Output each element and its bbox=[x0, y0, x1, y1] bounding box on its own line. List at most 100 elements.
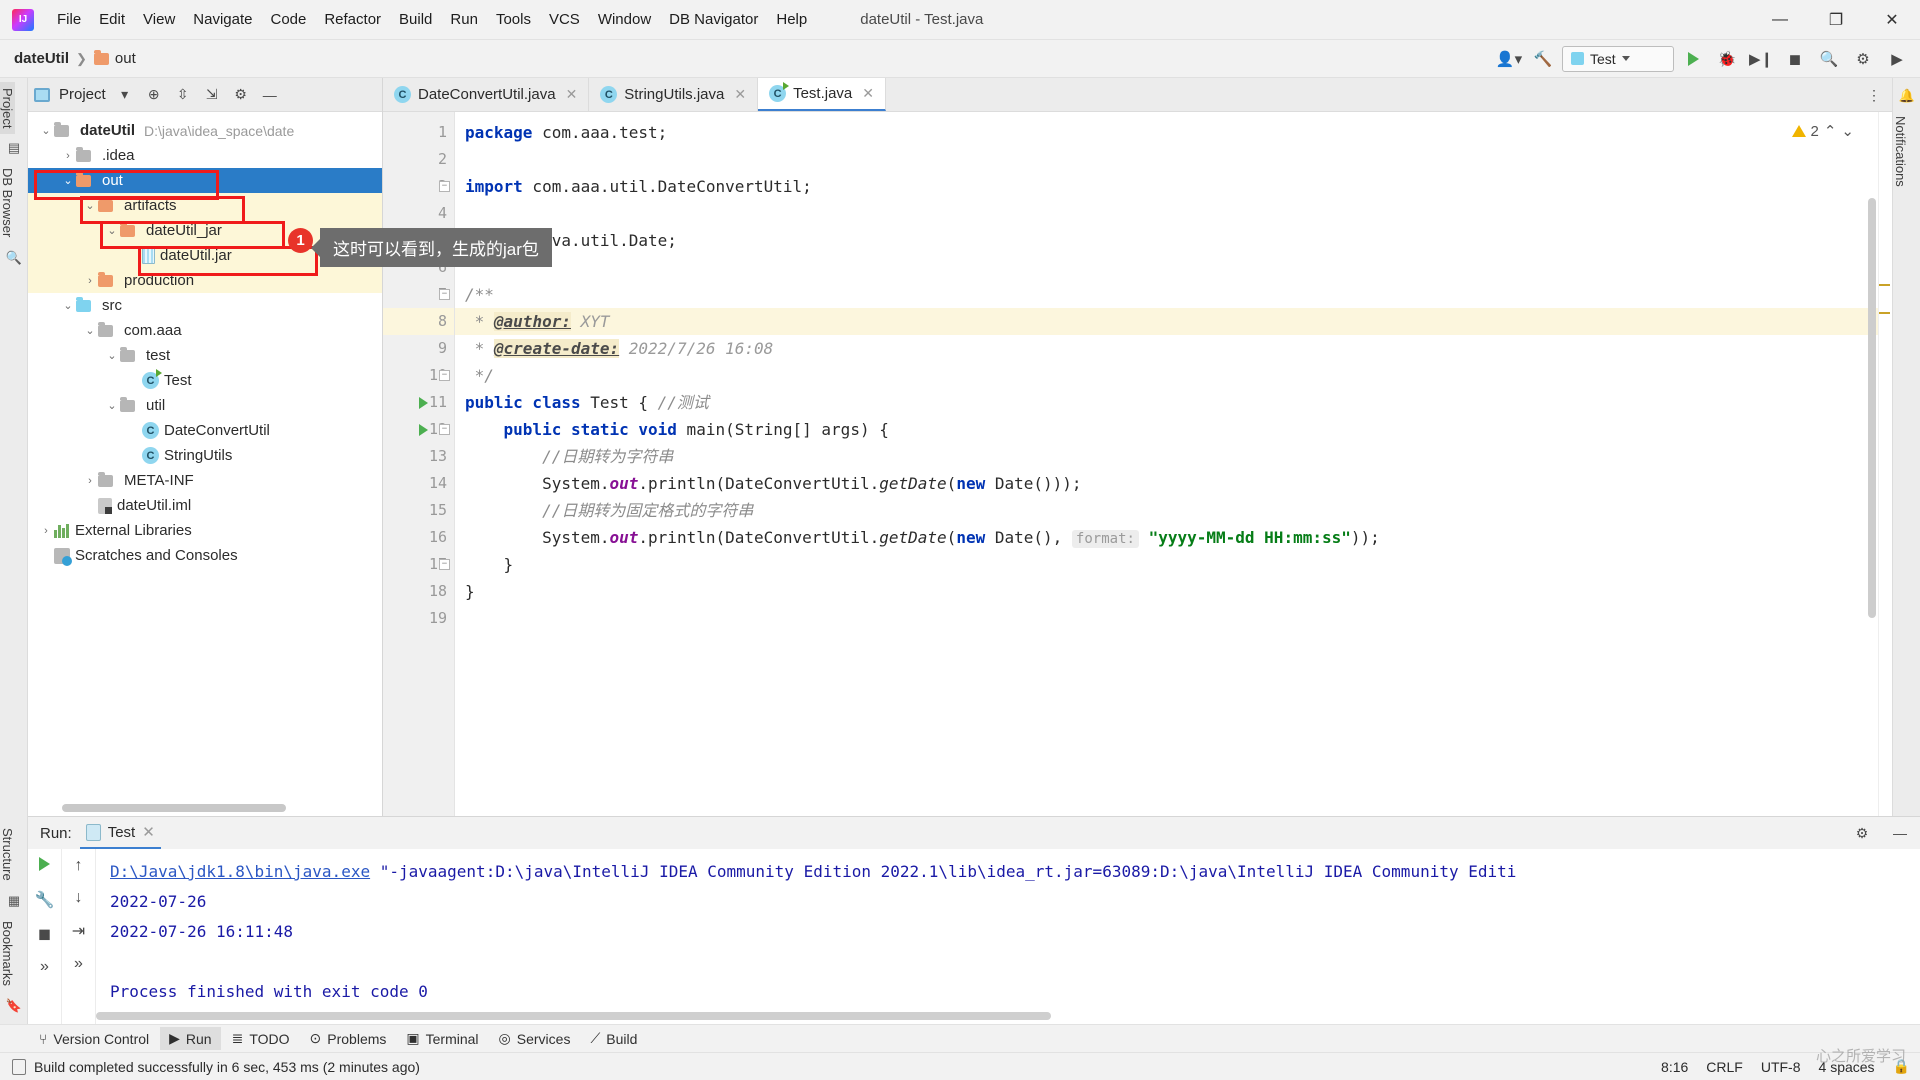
menu-edit[interactable]: Edit bbox=[90, 7, 134, 32]
menu-tools[interactable]: Tools bbox=[487, 7, 540, 32]
gutter-line-11[interactable]: 11 bbox=[383, 389, 454, 416]
editor-gutter[interactable]: 123−45−67−8910−1112−1314151617−1819 bbox=[383, 112, 455, 816]
close-icon[interactable]: ✕ bbox=[862, 85, 874, 102]
chevron-down-icon[interactable]: ⌄ bbox=[38, 124, 54, 137]
chevron-right-icon[interactable]: › bbox=[60, 150, 76, 162]
debug-icon[interactable]: 🐞 bbox=[1712, 45, 1742, 73]
gutter-line-3[interactable]: 3− bbox=[383, 173, 454, 200]
structure-icon[interactable]: ▦ bbox=[0, 887, 28, 915]
tool-window-button-db-browser[interactable]: DB Browser bbox=[0, 162, 15, 243]
bottom-tab-todo[interactable]: ≣ TODO bbox=[223, 1027, 299, 1050]
tree-node-com-aaa[interactable]: ⌄ com.aaa bbox=[28, 318, 382, 343]
chevron-down-icon[interactable]: ⌄ bbox=[82, 199, 98, 212]
gutter-line-12[interactable]: 12− bbox=[383, 416, 454, 443]
more-vertical-icon[interactable]: ⋮ bbox=[1862, 83, 1886, 107]
tree-node-src[interactable]: ⌄ src bbox=[28, 293, 382, 318]
chevron-down-icon[interactable]: ⌄ bbox=[60, 174, 76, 187]
chevron-down-icon[interactable]: ⌄ bbox=[104, 399, 120, 412]
chevron-right-icon[interactable]: › bbox=[82, 475, 98, 487]
run-gutter-icon[interactable] bbox=[419, 424, 428, 436]
code-line-8[interactable]: * @author: XYT bbox=[455, 308, 1892, 335]
menu-build[interactable]: Build bbox=[390, 7, 441, 32]
tree-node-external-libraries[interactable]: › External Libraries bbox=[28, 518, 382, 543]
wrench-icon[interactable]: 🔧 bbox=[35, 890, 55, 910]
menu-help[interactable]: Help bbox=[767, 7, 816, 32]
stop-icon[interactable]: ◼ bbox=[38, 924, 51, 944]
bottom-tab-problems[interactable]: ⊙ Problems bbox=[301, 1027, 396, 1050]
tool-window-button-bookmarks[interactable]: Bookmarks bbox=[0, 915, 15, 992]
code-line-10[interactable]: */ bbox=[455, 362, 1892, 389]
menu-refactor[interactable]: Refactor bbox=[315, 7, 390, 32]
editor-code[interactable]: package com.aaa.test; import com.aaa.uti… bbox=[455, 112, 1892, 816]
console-horizontal-scrollbar[interactable] bbox=[96, 1012, 1051, 1020]
gear-icon[interactable]: ⚙ bbox=[229, 83, 253, 107]
close-button[interactable]: ✕ bbox=[1864, 0, 1920, 40]
gutter-line-13[interactable]: 13 bbox=[383, 443, 454, 470]
menu-code[interactable]: Code bbox=[261, 7, 315, 32]
collapse-all-icon[interactable]: ⇲ bbox=[200, 83, 224, 107]
code-line-3[interactable]: import com.aaa.util.DateConvertUtil; bbox=[455, 173, 1892, 200]
gutter-line-17[interactable]: 17− bbox=[383, 551, 454, 578]
code-line-4[interactable] bbox=[455, 200, 1892, 227]
chevron-down-icon[interactable]: ▾ bbox=[113, 83, 137, 107]
expand-all-icon[interactable]: ⇳ bbox=[171, 83, 195, 107]
fold-icon[interactable]: − bbox=[439, 424, 450, 435]
editor-tab-test-java[interactable]: C Test.java ✕ bbox=[758, 78, 887, 111]
tree-node--idea[interactable]: › .idea bbox=[28, 143, 382, 168]
code-line-9[interactable]: * @create-date: 2022/7/26 16:08 bbox=[455, 335, 1892, 362]
editor-tab-dateconvertutil-java[interactable]: C DateConvertUtil.java ✕ bbox=[383, 78, 590, 111]
gutter-line-16[interactable]: 16 bbox=[383, 524, 454, 551]
user-icon[interactable]: 👤▾ bbox=[1494, 45, 1524, 73]
bookmark-icon[interactable]: 🔖 bbox=[0, 992, 28, 1020]
close-icon[interactable]: ✕ bbox=[566, 86, 578, 103]
run-tab-test[interactable]: Test ✕ bbox=[79, 817, 161, 849]
chevron-right-icon[interactable]: › bbox=[82, 275, 98, 287]
code-line-17[interactable]: } bbox=[455, 551, 1892, 578]
inspection-status[interactable]: 2 ⌃ ⌄ bbox=[1791, 122, 1854, 140]
code-line-1[interactable]: package com.aaa.test; bbox=[455, 119, 1892, 146]
line-separator[interactable]: CRLF bbox=[1706, 1059, 1743, 1075]
chevron-down-icon[interactable]: ⌄ bbox=[60, 299, 76, 312]
breadcrumb-out[interactable]: out bbox=[93, 49, 136, 67]
gutter-line-7[interactable]: 7− bbox=[383, 281, 454, 308]
gutter-line-19[interactable]: 19 bbox=[383, 605, 454, 632]
gutter-line-8[interactable]: 8 bbox=[383, 308, 454, 335]
editor-vertical-scrollbar[interactable] bbox=[1868, 198, 1876, 618]
search-icon[interactable]: 🔍 bbox=[1814, 45, 1844, 73]
file-encoding[interactable]: UTF-8 bbox=[1761, 1059, 1801, 1075]
bottom-tab-services[interactable]: ◎ Services bbox=[490, 1027, 580, 1050]
tree-node-dateutil-iml[interactable]: dateUtil.iml bbox=[28, 493, 382, 518]
close-icon[interactable]: ✕ bbox=[142, 823, 155, 841]
bottom-tab-run[interactable]: ▶ Run bbox=[160, 1027, 221, 1050]
tree-node-dateconvertutil[interactable]: C DateConvertUtil bbox=[28, 418, 382, 443]
minimize-button[interactable]: — bbox=[1752, 0, 1808, 40]
chevron-down-icon[interactable]: ⌄ bbox=[82, 324, 98, 337]
code-line-2[interactable] bbox=[455, 146, 1892, 173]
code-line-15[interactable]: //日期转为固定格式的字符串 bbox=[455, 497, 1892, 524]
close-icon[interactable]: ✕ bbox=[734, 86, 746, 103]
bottom-tab-version-control[interactable]: ⑂ Version Control bbox=[30, 1028, 158, 1050]
hammer-icon[interactable]: 🔨 bbox=[1528, 45, 1558, 73]
settings-icon[interactable]: ⚙ bbox=[1848, 45, 1878, 73]
run-gutter-icon[interactable] bbox=[419, 397, 428, 409]
code-line-19[interactable] bbox=[455, 605, 1892, 632]
code-line-16[interactable]: System.out.println(DateConvertUtil.getDa… bbox=[455, 524, 1892, 551]
up-arrow-icon[interactable]: ↑ bbox=[75, 857, 83, 875]
updates-icon[interactable]: ▶ bbox=[1882, 45, 1912, 73]
db-search-icon[interactable]: 🔍 bbox=[0, 244, 28, 272]
fold-icon[interactable]: − bbox=[439, 289, 450, 300]
menu-navigate[interactable]: Navigate bbox=[184, 7, 261, 32]
menu-db-navigator[interactable]: DB Navigator bbox=[660, 7, 767, 32]
gutter-line-2[interactable]: 2 bbox=[383, 146, 454, 173]
gutter-line-10[interactable]: 10− bbox=[383, 362, 454, 389]
project-panel-hscrollbar[interactable] bbox=[62, 804, 382, 812]
structure-small-icon[interactable]: ▤ bbox=[0, 134, 28, 162]
editor-marker-bar[interactable] bbox=[1878, 112, 1892, 816]
menu-view[interactable]: View bbox=[134, 7, 184, 32]
run-icon[interactable] bbox=[1678, 45, 1708, 73]
minimize-icon[interactable]: — bbox=[1888, 821, 1912, 845]
locate-icon[interactable]: ⊕ bbox=[142, 83, 166, 107]
run-icon[interactable] bbox=[39, 857, 50, 876]
menu-vcs[interactable]: VCS bbox=[540, 7, 589, 32]
fold-icon[interactable]: − bbox=[439, 559, 450, 570]
